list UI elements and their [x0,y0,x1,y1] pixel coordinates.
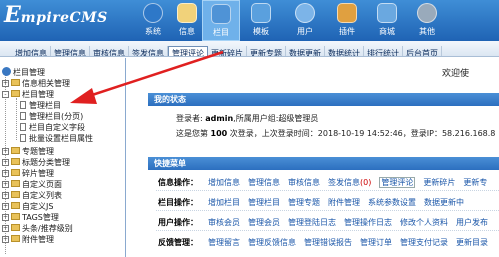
red-annotation-arrow [70,50,224,104]
empirecms-admin-page: EmpireCMS 系统 信息 栏目 模板 用户 插件 商城 其他 增加信息 管… [0,0,499,257]
